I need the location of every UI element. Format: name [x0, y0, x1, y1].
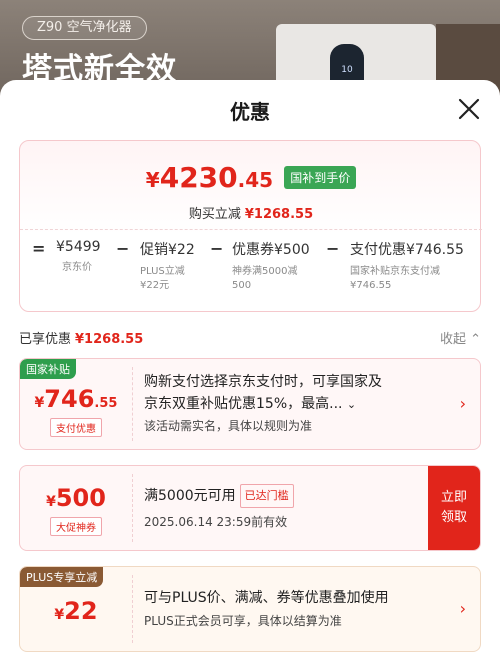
- formula-sub: 国家补贴京东支付减: [350, 266, 440, 277]
- subsidy-amount-block: ¥746.55 支付优惠: [20, 359, 132, 449]
- subsidy-description: 购新支付选择京东支付时，可享国家及 京东双重补贴优惠15%，最高... ⌄ 该活…: [144, 359, 480, 449]
- enjoyed-value: ¥1268.55: [75, 332, 144, 347]
- formula-main: 促销¥22: [140, 239, 195, 259]
- enjoyed-discount: 已享优惠 ¥1268.55: [19, 328, 143, 347]
- chevron-up-icon: ⌃: [470, 332, 481, 347]
- price-summary-card: ¥4230.45 国补到手价 购买立减 ¥1268.55 = ¥5499 京东价 …: [19, 140, 482, 312]
- formula-item-jd-price: ¥5499 京东价: [56, 239, 101, 275]
- reduction-label: 购买立减: [188, 207, 241, 222]
- claim-coupon-button[interactable]: 立即 领取: [428, 466, 480, 550]
- formula-main: ¥5499: [56, 239, 101, 255]
- chevron-down-icon[interactable]: ⌄: [347, 398, 356, 411]
- reduction-value: ¥1268.55: [244, 207, 314, 222]
- formula-sub: 京东价: [62, 262, 92, 273]
- coupon-description: 满5000元可用 已达门槛 2025.06.14 23:59前有效: [144, 466, 428, 550]
- claim-line-2: 领取: [440, 510, 467, 525]
- coupon-pill: 大促神券: [50, 517, 102, 536]
- formula-sub-2: 500: [232, 280, 252, 291]
- chevron-right-icon[interactable]: ›: [460, 394, 466, 413]
- enjoyed-label: 已享优惠: [19, 332, 72, 347]
- coupon-threshold: 满5000元可用: [144, 488, 236, 504]
- subsidy-line-1: 购新支付选择京东支付时，可享国家及: [144, 374, 382, 390]
- national-subsidy-card[interactable]: 国家补贴 ¥746.55 支付优惠 购新支付选择京东支付时，可享国家及 京东双重…: [19, 358, 481, 450]
- subsidy-line-3: 该活动需实名，具体以规则为准: [144, 419, 313, 433]
- formula-sub-2: ¥22元: [140, 280, 170, 291]
- plus-integer: 22: [64, 597, 98, 625]
- formula-op-equals: =: [32, 239, 46, 258]
- subsidy-line-2: 京东双重补贴优惠15%，最高... ⌄: [144, 393, 480, 416]
- formula-main: 优惠券¥500: [232, 239, 310, 259]
- plus-discount-card[interactable]: PLUS专享立减 ¥22 可与PLUS价、满减、券等优惠叠加使用 PLUS正式会…: [19, 566, 481, 652]
- discount-sheet: 优惠 ¥4230.45 国补到手价 购买立减 ¥1268.55 = ¥5499 京…: [0, 80, 500, 668]
- card-divider: [132, 474, 133, 542]
- card-divider: [132, 575, 133, 643]
- subsidy-decimal: .55: [94, 396, 118, 411]
- formula-op-minus: −: [326, 239, 340, 258]
- sheet-title: 优惠: [230, 100, 270, 124]
- formula-sub: PLUS立减: [140, 266, 185, 277]
- purchase-reduction-row: 购买立减 ¥1268.55: [20, 203, 482, 222]
- price-formula: = ¥5499 京东价 − 促销¥22 PLUS立减 ¥22元 − 优惠券¥50…: [20, 239, 482, 309]
- coupon-validity: 2025.06.14 23:59前有效: [144, 515, 288, 529]
- coupon-currency: ¥: [46, 494, 56, 510]
- coupon-card[interactable]: ¥500 大促神券 满5000元可用 已达门槛 2025.06.14 23:59前…: [19, 465, 481, 551]
- close-icon: [458, 98, 480, 120]
- subsidy-pill: 支付优惠: [50, 418, 102, 437]
- formula-main-value: ¥500: [274, 242, 310, 258]
- claim-line-1: 立即: [440, 490, 467, 505]
- plus-line-1: 可与PLUS价、满减、券等优惠叠加使用: [144, 590, 389, 606]
- formula-main-label: 优惠券: [232, 242, 274, 258]
- final-price-currency: ¥: [145, 168, 160, 192]
- subsidy-currency: ¥: [34, 395, 45, 411]
- coupon-amount-block: ¥500 大促神券: [20, 466, 132, 550]
- product-tag: Z90 空气净化器: [22, 16, 147, 40]
- formula-item-payment-discount: 支付优惠¥746.55 国家补贴京东支付减 ¥746.55: [350, 239, 464, 293]
- plus-currency: ¥: [54, 607, 65, 623]
- final-price-badge: 国补到手价: [284, 166, 357, 189]
- subsidy-line-2-text: 京东双重补贴优惠15%，最高...: [144, 396, 343, 412]
- formula-sub-2: ¥746.55: [350, 280, 392, 291]
- threshold-reached-tag: 已达门槛: [239, 484, 294, 508]
- coupon-line-1: 满5000元可用 已达门槛: [144, 484, 428, 508]
- coupon-integer: 500: [55, 484, 106, 512]
- formula-op-minus: −: [116, 239, 130, 258]
- formula-op-minus: −: [210, 239, 224, 258]
- final-price-decimal: .45: [237, 168, 274, 192]
- formula-main-value: ¥746.55: [406, 242, 464, 258]
- formula-main-label: 支付优惠: [350, 242, 406, 258]
- close-button[interactable]: [456, 96, 482, 122]
- formula-main-value: ¥5499: [56, 239, 101, 255]
- collapse-button[interactable]: 收起 ⌃: [440, 328, 481, 347]
- formula-main-label: 促销: [140, 242, 168, 258]
- final-price: ¥4230.45: [146, 161, 273, 194]
- card-divider: [132, 367, 133, 441]
- plus-amount-block: ¥22: [20, 567, 132, 651]
- final-price-integer: 4230: [159, 161, 238, 194]
- coupon-amount: ¥500: [20, 484, 132, 512]
- formula-item-promotion: 促销¥22 PLUS立减 ¥22元: [140, 239, 195, 293]
- subsidy-amount: ¥746.55: [20, 385, 132, 413]
- formula-main: 支付优惠¥746.55: [350, 239, 464, 259]
- formula-sub: 神券满5000减: [232, 266, 298, 277]
- collapse-label: 收起: [439, 332, 466, 347]
- chevron-right-icon[interactable]: ›: [460, 599, 466, 618]
- summary-divider: [20, 229, 482, 230]
- subsidy-integer: 746: [44, 385, 95, 413]
- plus-amount: ¥22: [20, 597, 132, 625]
- plus-description: 可与PLUS价、满减、券等优惠叠加使用 PLUS正式会员可享，具体以结算为准: [144, 567, 480, 651]
- plus-line-2: PLUS正式会员可享，具体以结算为准: [144, 614, 342, 628]
- formula-item-coupon: 优惠券¥500 神券满5000减 500: [232, 239, 310, 293]
- final-price-row: ¥4230.45 国补到手价: [20, 161, 482, 194]
- formula-main-value: ¥22: [168, 242, 195, 258]
